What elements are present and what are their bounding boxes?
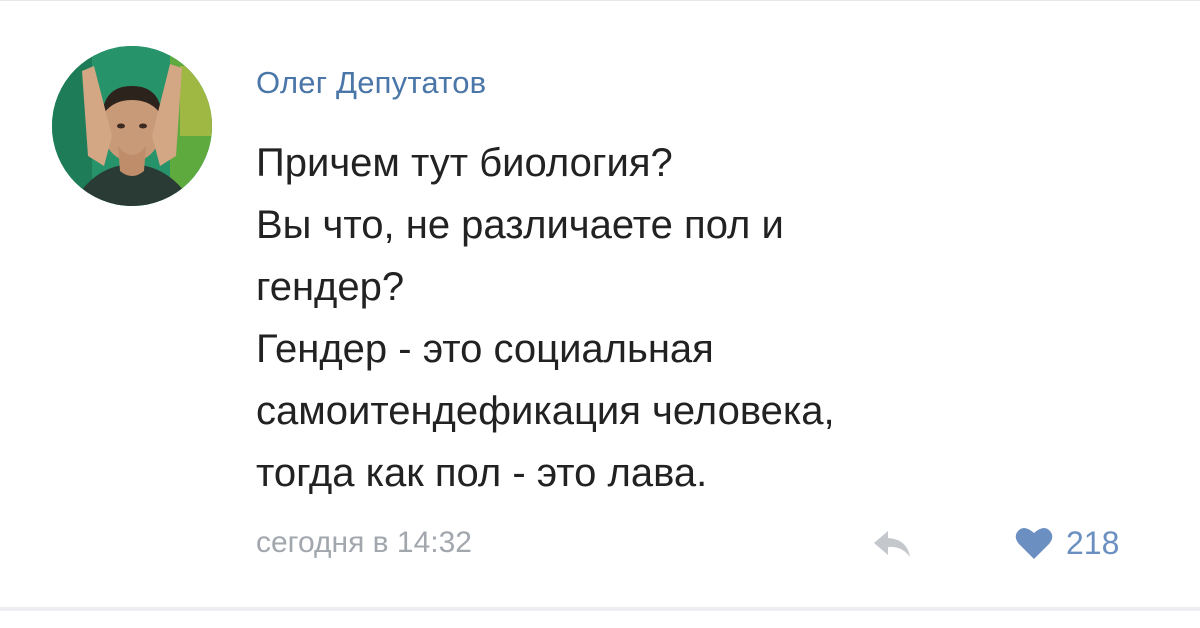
comment-text-line: Вы что, не различаете пол и — [256, 203, 784, 247]
author-name[interactable]: Олег Депутатов — [256, 63, 1156, 103]
comment-text-line: Причем тут биология? — [256, 141, 673, 185]
comment-card: Олег Депутатов Причем тут биология? Вы ч… — [0, 0, 1200, 628]
comment-footer: сегодня в 14:32 218 — [256, 521, 1156, 565]
like-count: 218 — [1066, 525, 1120, 561]
divider — [0, 607, 1200, 611]
comment-text-line: тогда как пол - это лава. — [256, 451, 708, 495]
comment-text-line: гендер? — [256, 265, 405, 309]
timestamp[interactable]: сегодня в 14:32 — [256, 525, 472, 561]
heart-icon — [1015, 527, 1053, 559]
comment-body: Олег Депутатов Причем тут биология? Вы ч… — [256, 63, 1156, 504]
reply-arrow-icon — [874, 531, 910, 557]
avatar-photo — [52, 46, 212, 206]
reply-button[interactable] — [870, 523, 914, 563]
comment-text-line: самоитендефикация человека, — [256, 389, 835, 433]
comment-text-line: Гендер - это социальная — [256, 327, 714, 371]
avatar[interactable] — [52, 46, 212, 206]
like-button[interactable]: 218 — [1014, 521, 1119, 565]
comment-text: Причем тут биология? Вы что, не различае… — [256, 132, 1156, 504]
